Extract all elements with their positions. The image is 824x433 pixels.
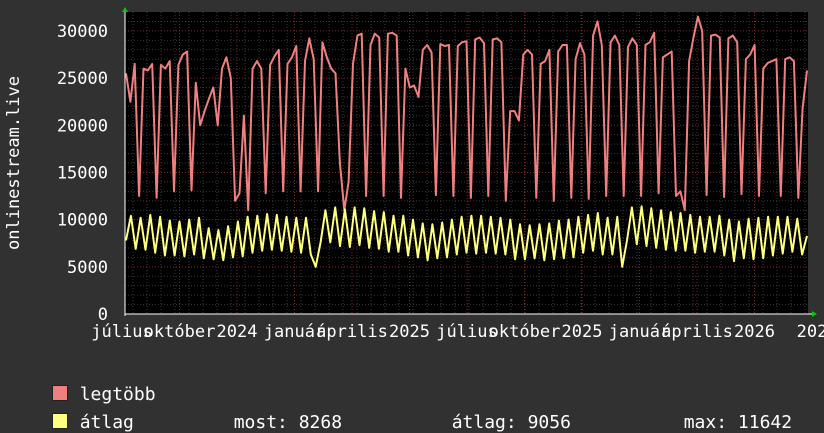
- y-tick-label: 25000: [57, 69, 108, 89]
- x-tick-label: április: [661, 322, 733, 342]
- y-tick-labels: 050001000015000200002500030000: [57, 22, 108, 325]
- x-tick-label: október: [144, 322, 216, 342]
- legend-item-avg: átlag: [30, 391, 134, 433]
- x-tick-label: 2026: [734, 322, 775, 342]
- x-tick-labels: júliusoktóber 2024 januáráprilis 2025 július…: [91, 322, 824, 342]
- x-tick-label: április: [316, 322, 388, 342]
- stat-max: max: 11642: [662, 391, 792, 433]
- y-axis-arrow: [122, 7, 128, 12]
- y-tick-label: 30000: [57, 22, 108, 42]
- stat-now: most: 8268: [212, 391, 342, 433]
- stat-avg: átlag: 9056: [430, 391, 571, 433]
- y-tick-label: 5000: [67, 258, 108, 278]
- chart: 050001000015000200002500030000 júliusokt…: [4, 7, 824, 342]
- x-tick-label: 2025: [389, 322, 430, 342]
- y-tick-label: 20000: [57, 116, 108, 136]
- x-axis-arrow: [812, 311, 817, 317]
- y-tick-label: 15000: [57, 163, 108, 183]
- x-tick-label: 202: [797, 322, 824, 342]
- x-tick-label: október: [489, 322, 561, 342]
- x-tick-label: 2025: [562, 322, 603, 342]
- legend-swatch-avg: [51, 413, 68, 429]
- y-axis-label: onlinestream.live: [4, 76, 24, 250]
- x-tick-label: 2024: [217, 322, 258, 342]
- y-tick-label: 10000: [57, 211, 108, 231]
